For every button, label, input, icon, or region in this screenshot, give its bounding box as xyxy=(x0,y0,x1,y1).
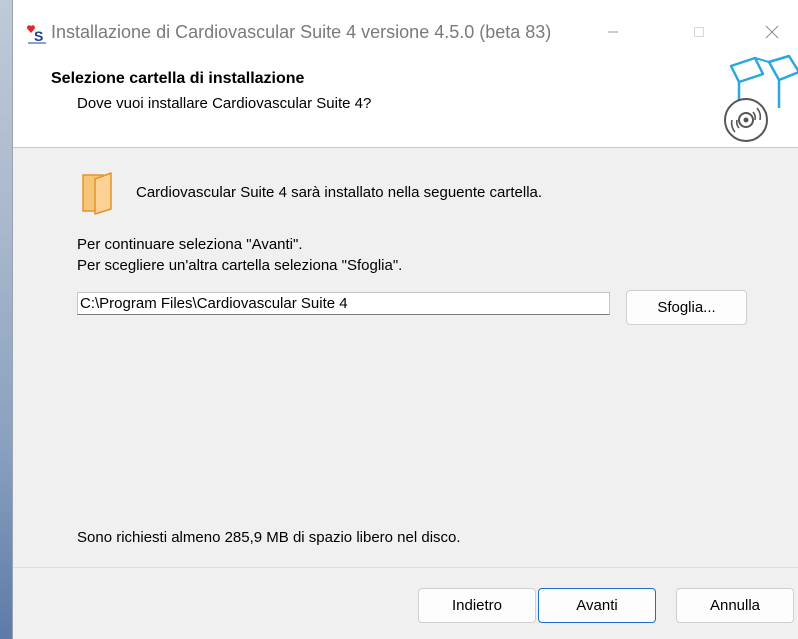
cancel-button[interactable]: Annulla xyxy=(676,588,794,623)
footer-divider xyxy=(13,567,798,568)
minimize-button[interactable] xyxy=(590,14,636,50)
window-title: Installazione di Cardiovascular Suite 4 … xyxy=(51,22,552,42)
maximize-button[interactable] xyxy=(676,14,722,50)
desktop-background xyxy=(0,0,12,639)
package-disc-icon xyxy=(724,54,798,142)
page-subtitle: Dove vuoi installare Cardiovascular Suit… xyxy=(77,95,372,112)
install-path-input[interactable] xyxy=(77,292,610,315)
folder-icon xyxy=(82,172,112,215)
back-button[interactable]: Indietro xyxy=(418,588,536,623)
close-button[interactable] xyxy=(749,14,795,50)
page-title: Selezione cartella di installazione xyxy=(51,70,305,87)
instruction-browse: Per scegliere un'altra cartella selezion… xyxy=(77,257,403,274)
next-button[interactable]: Avanti xyxy=(538,588,656,623)
svg-text:S: S xyxy=(34,28,43,44)
installer-window: S Installazione di Cardiovascular Suite … xyxy=(12,0,798,639)
instruction-continue: Per continuare seleziona "Avanti". xyxy=(77,236,303,253)
disk-space-requirement: Sono richiesti almeno 285,9 MB di spazio… xyxy=(77,529,461,546)
wizard-header: Selezione cartella di installazione Dove… xyxy=(13,54,798,148)
minimize-icon xyxy=(608,31,618,33)
maximize-icon xyxy=(694,27,704,37)
close-icon xyxy=(765,25,779,39)
browse-button[interactable]: Sfoglia... xyxy=(626,290,747,325)
title-bar: S Installazione di Cardiovascular Suite … xyxy=(13,0,798,60)
app-logo-icon: S xyxy=(26,22,48,44)
install-info-text: Cardiovascular Suite 4 sarà installato n… xyxy=(136,184,543,201)
